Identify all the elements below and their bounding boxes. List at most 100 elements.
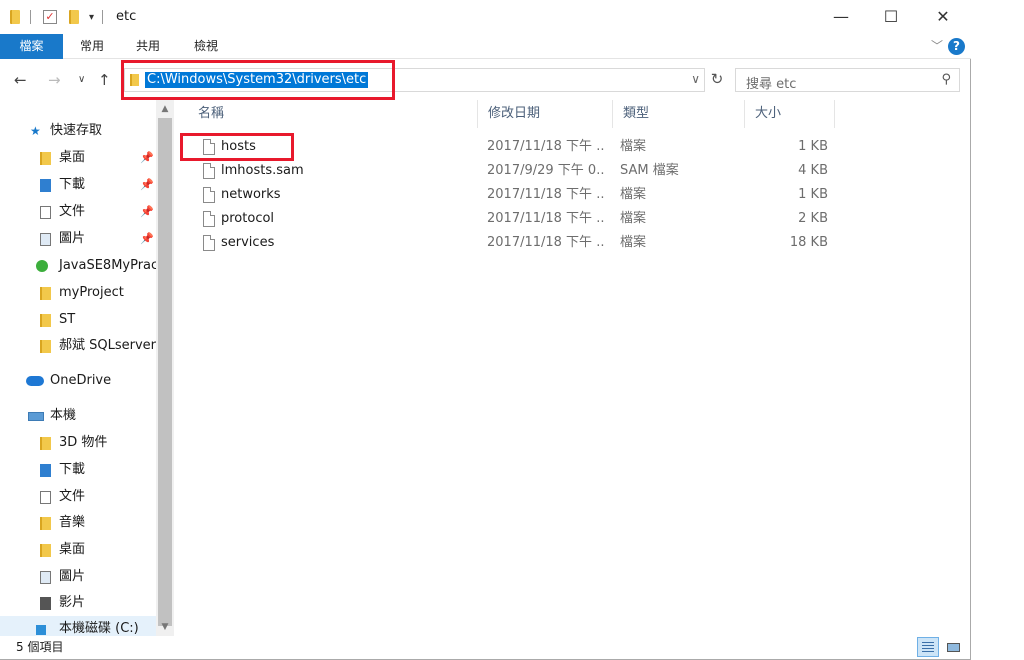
- file-size: 1 KB: [798, 139, 828, 154]
- nav-item-label: myProject: [59, 285, 124, 300]
- column-header-size[interactable]: 大小: [745, 100, 835, 128]
- file-size: 1 KB: [798, 187, 828, 202]
- cloud-icon: [26, 376, 44, 386]
- pin-icon[interactable]: 📌: [140, 199, 154, 225]
- nav-item-label: 下載: [59, 177, 86, 192]
- documents-folder-icon: [40, 491, 51, 504]
- file-name: services: [221, 235, 275, 250]
- file-date: 2017/11/18 下午 ...: [487, 187, 605, 202]
- nav-item-label: 影片: [59, 595, 86, 610]
- nav-item-sqlserver[interactable]: 郝斌 SQLserver2: [0, 333, 156, 359]
- file-row[interactable]: lmhosts.sam 2017/9/29 下午 0... SAM 檔案 4 K…: [176, 159, 836, 183]
- back-arrow-icon[interactable]: ←: [14, 71, 27, 89]
- nav-item-label: 郝斌 SQLserver2: [59, 338, 156, 353]
- file-row[interactable]: protocol 2017/11/18 下午 ... 檔案 2 KB: [176, 207, 836, 231]
- nav-item-music[interactable]: 音樂: [0, 510, 156, 536]
- star-icon: ★: [30, 124, 41, 138]
- large-icons-view-button[interactable]: [942, 637, 964, 657]
- synced-folder-icon: [36, 260, 48, 272]
- nav-item-label: 下載: [59, 462, 86, 477]
- nav-item-pictures[interactable]: 圖片 📌: [0, 226, 156, 252]
- forward-arrow-icon[interactable]: →: [48, 71, 61, 89]
- tab-home[interactable]: 常用: [66, 34, 118, 59]
- nav-item-label: 桌面: [59, 150, 86, 165]
- highlight-box-hosts: [180, 133, 294, 161]
- nav-quick-access[interactable]: ★ 快速存取: [0, 118, 156, 144]
- close-button[interactable]: ✕: [920, 0, 966, 32]
- nav-item-javase8myprac[interactable]: JavaSE8MyPrac: [0, 253, 156, 279]
- recent-locations-chevron-icon[interactable]: ∨: [78, 74, 85, 85]
- nav-item-pc-documents[interactable]: 文件: [0, 484, 156, 510]
- properties-icon[interactable]: ✓: [43, 10, 57, 24]
- file-type: 檔案: [620, 235, 647, 250]
- nav-item-3d-objects[interactable]: 3D 物件: [0, 430, 156, 456]
- separator: [102, 10, 104, 24]
- file-row[interactable]: services 2017/11/18 下午 ... 檔案 18 KB: [176, 231, 836, 255]
- nav-item-local-disk[interactable]: 本機磁碟 (C:): [0, 616, 156, 636]
- desktop-folder-icon: [40, 544, 51, 557]
- tab-view[interactable]: 檢視: [180, 34, 232, 59]
- refresh-icon[interactable]: ↻: [708, 70, 726, 90]
- videos-folder-icon: [40, 597, 51, 610]
- scrollbar-thumb[interactable]: [158, 118, 172, 626]
- file-type: SAM 檔案: [620, 163, 679, 178]
- file-type: 檔案: [620, 187, 647, 202]
- help-icon[interactable]: ?: [948, 38, 965, 55]
- quick-access-toolbar: ✓ ▾: [10, 8, 104, 26]
- music-folder-icon: [40, 517, 51, 530]
- search-input[interactable]: 搜尋 etc ⚲: [735, 68, 960, 92]
- new-folder-icon[interactable]: [69, 10, 79, 24]
- nav-this-pc[interactable]: 本機: [0, 403, 156, 429]
- nav-onedrive[interactable]: OneDrive: [0, 368, 156, 394]
- pin-icon[interactable]: 📌: [140, 226, 154, 252]
- nav-item-myproject[interactable]: myProject: [0, 280, 156, 306]
- expand-ribbon-icon[interactable]: ﹀: [931, 37, 943, 54]
- nav-item-desktop[interactable]: 桌面 📌: [0, 145, 156, 171]
- customize-toolbar-icon[interactable]: ▾: [89, 12, 94, 23]
- details-view-icon: [922, 642, 934, 652]
- nav-item-label: 圖片: [59, 231, 86, 246]
- nav-scrollbar[interactable]: ▲ ▼: [156, 100, 174, 636]
- tab-file[interactable]: 檔案: [0, 34, 63, 59]
- scroll-up-icon[interactable]: ▲: [156, 100, 174, 118]
- large-icons-view-icon: [947, 643, 960, 652]
- file-size: 4 KB: [798, 163, 828, 178]
- maximize-button[interactable]: ☐: [868, 0, 914, 32]
- pin-icon[interactable]: 📌: [140, 145, 154, 171]
- nav-item-label: 3D 物件: [59, 435, 108, 450]
- column-header-name[interactable]: 名稱: [188, 100, 478, 128]
- file-type: 檔案: [620, 139, 647, 154]
- nav-item-pc-desktop[interactable]: 桌面: [0, 537, 156, 563]
- nav-item-pc-pictures[interactable]: 圖片: [0, 564, 156, 590]
- nav-item-pc-downloads[interactable]: 下載: [0, 457, 156, 483]
- nav-item-documents[interactable]: 文件 📌: [0, 199, 156, 225]
- nav-item-st[interactable]: ST: [0, 307, 156, 333]
- desktop-folder-icon: [40, 152, 51, 165]
- nav-item-label: 本機: [50, 408, 77, 423]
- minimize-button[interactable]: —: [818, 0, 864, 32]
- documents-folder-icon: [40, 206, 51, 219]
- file-name: protocol: [221, 211, 275, 226]
- search-icon[interactable]: ⚲: [941, 72, 951, 87]
- file-icon: [203, 211, 215, 227]
- pictures-folder-icon: [40, 233, 51, 246]
- scroll-down-icon[interactable]: ▼: [156, 618, 174, 636]
- file-name: networks: [221, 187, 281, 202]
- tab-share[interactable]: 共用: [122, 34, 174, 59]
- column-header-date[interactable]: 修改日期: [478, 100, 613, 128]
- pin-icon[interactable]: 📌: [140, 172, 154, 198]
- nav-item-videos[interactable]: 影片: [0, 590, 156, 616]
- nav-item-label: 文件: [59, 489, 86, 504]
- window-title: etc: [116, 9, 137, 24]
- file-row[interactable]: networks 2017/11/18 下午 ... 檔案 1 KB: [176, 183, 836, 207]
- 3d-objects-folder-icon: [40, 437, 51, 450]
- file-date: 2017/11/18 下午 ...: [487, 235, 605, 250]
- nav-item-label: 桌面: [59, 542, 86, 557]
- folder-icon: [10, 10, 20, 24]
- column-header-type[interactable]: 類型: [613, 100, 745, 128]
- details-view-button[interactable]: [917, 637, 939, 657]
- up-arrow-icon[interactable]: ↑: [98, 71, 111, 89]
- file-icon: [203, 187, 215, 203]
- nav-item-downloads[interactable]: 下載 📌: [0, 172, 156, 198]
- address-dropdown-icon[interactable]: ∨: [691, 72, 700, 86]
